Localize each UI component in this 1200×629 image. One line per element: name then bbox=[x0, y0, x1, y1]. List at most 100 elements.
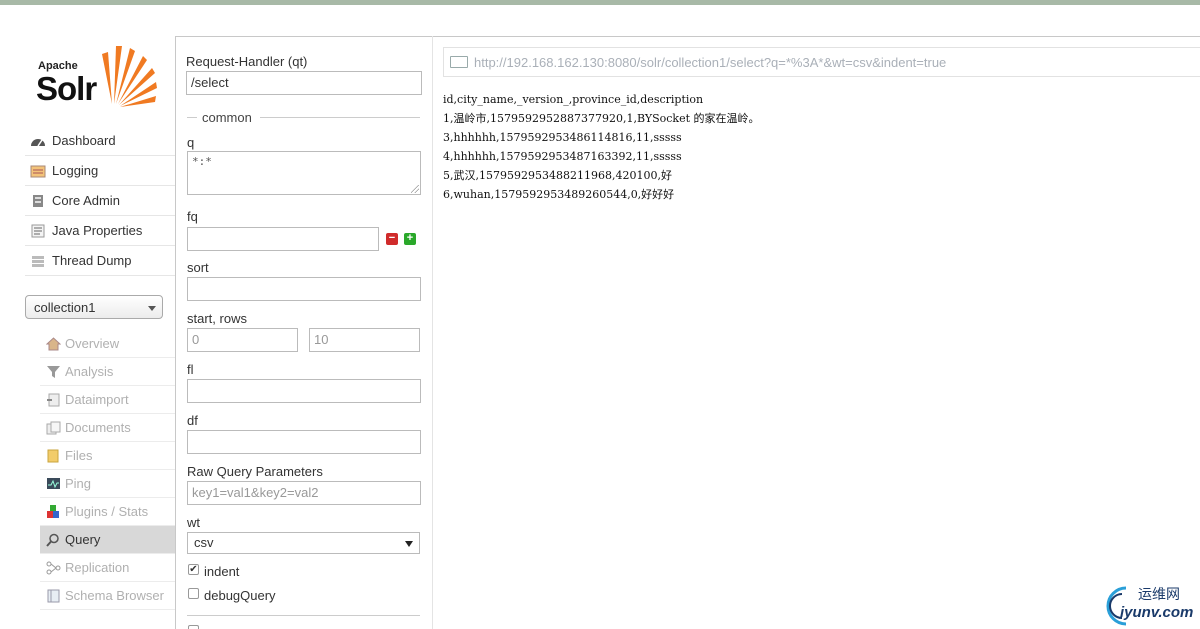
java-properties-icon bbox=[30, 224, 46, 238]
core-nav-label: Query bbox=[65, 532, 101, 547]
core-nav-overview[interactable]: Overview bbox=[40, 330, 175, 358]
solr-logo[interactable]: Apache Solr bbox=[36, 44, 160, 110]
core-nav-schema-browser[interactable]: Schema Browser bbox=[40, 582, 175, 610]
plugins-icon bbox=[46, 504, 61, 519]
add-fq-button[interactable]: + bbox=[404, 233, 416, 245]
raw-query-input[interactable]: key1=val1&key2=val2 bbox=[187, 481, 421, 505]
debug-query-label: debugQuery bbox=[204, 588, 276, 603]
fl-label: fl bbox=[187, 362, 194, 377]
dropdown-arrow-icon bbox=[405, 541, 413, 547]
start-input[interactable]: 0 bbox=[187, 328, 298, 352]
minus-icon: − bbox=[388, 232, 396, 244]
result-line: id,city_name,_version_,province_id,descr… bbox=[443, 93, 704, 106]
core-nav-query[interactable]: Query bbox=[40, 526, 175, 554]
nav-java-properties[interactable]: Java Properties bbox=[25, 216, 175, 246]
content-left-border bbox=[175, 36, 176, 629]
common-section-line-right bbox=[260, 117, 420, 118]
core-nav-documents[interactable]: Documents bbox=[40, 414, 175, 442]
remove-fq-button[interactable]: − bbox=[386, 233, 398, 245]
indent-label: indent bbox=[204, 564, 240, 579]
result-line: 3,hhhhhh,1579592953486114816,11,sssss bbox=[443, 131, 682, 144]
common-section-line-left bbox=[187, 117, 197, 118]
core-nav-analysis[interactable]: Analysis bbox=[40, 358, 175, 386]
result-line: 4,hhhhhh,1579592953487163392,11,sssss bbox=[443, 150, 682, 163]
core-nav-ping[interactable]: Ping bbox=[40, 470, 175, 498]
plus-icon: + bbox=[406, 232, 414, 244]
fl-input[interactable] bbox=[187, 379, 421, 403]
magnifier-icon bbox=[46, 533, 61, 547]
watermark-en: iyunv.com bbox=[1120, 604, 1194, 621]
next-checkbox[interactable] bbox=[188, 625, 199, 629]
nav-item-label: Java Properties bbox=[52, 223, 143, 238]
sort-label: sort bbox=[187, 260, 209, 275]
fq-input[interactable] bbox=[187, 227, 379, 251]
nav-item-label: Thread Dump bbox=[52, 253, 132, 268]
df-input[interactable] bbox=[187, 430, 421, 454]
debug-query-checkbox[interactable] bbox=[188, 588, 199, 599]
nav-item-label: Core Admin bbox=[52, 193, 120, 208]
q-textarea[interactable]: *:* bbox=[187, 151, 421, 195]
logo-solr-text: Solr bbox=[36, 70, 97, 107]
replication-icon bbox=[46, 561, 61, 575]
wt-label: wt bbox=[187, 515, 200, 530]
nav-item-label: Logging bbox=[52, 163, 99, 178]
nav-thread-dump[interactable]: Thread Dump bbox=[25, 246, 175, 276]
core-nav-label: Schema Browser bbox=[65, 588, 164, 603]
request-handler-input[interactable]: /select bbox=[186, 71, 422, 95]
dashboard-icon bbox=[30, 134, 46, 148]
thread-dump-icon bbox=[30, 254, 46, 268]
content-top-border bbox=[175, 36, 1200, 37]
core-nav-dataimport[interactable]: Dataimport bbox=[40, 386, 175, 414]
core-nav-label: Plugins / Stats bbox=[65, 504, 149, 519]
top-bar bbox=[0, 0, 1200, 5]
core-nav: Overview Analysis Dataimport Documents F… bbox=[40, 330, 175, 610]
df-label: df bbox=[187, 413, 198, 428]
core-selector-value: collection1 bbox=[34, 299, 96, 315]
query-url-bar[interactable]: http://192.168.162.130:8080/solr/collect… bbox=[443, 47, 1200, 77]
funnel-icon bbox=[46, 365, 61, 379]
core-nav-replication[interactable]: Replication bbox=[40, 554, 175, 582]
core-admin-icon bbox=[30, 194, 46, 208]
wt-select[interactable]: csv bbox=[187, 532, 420, 554]
core-nav-label: Ping bbox=[65, 476, 92, 491]
core-nav-label: Dataimport bbox=[65, 392, 129, 407]
wt-select-value: csv bbox=[194, 535, 214, 550]
resize-grip-icon[interactable] bbox=[411, 185, 419, 193]
folder-icon bbox=[46, 449, 61, 463]
core-nav-label: Documents bbox=[65, 420, 131, 435]
logging-icon bbox=[30, 164, 46, 178]
result-line: 1,温岭市,1579592952887377920,1,BYSocket 的家在… bbox=[443, 112, 760, 125]
form-bottom-divider bbox=[187, 615, 420, 616]
raw-query-label: Raw Query Parameters bbox=[187, 464, 323, 479]
nav-logging[interactable]: Logging bbox=[25, 156, 175, 186]
result-line: 6,wuhan,1579592953489260544,0,好好好 bbox=[443, 188, 675, 201]
core-selector[interactable]: collection1 bbox=[25, 295, 163, 319]
q-value: *:* bbox=[192, 155, 212, 168]
fq-label: fq bbox=[187, 209, 198, 224]
q-label: q bbox=[187, 135, 195, 150]
watermark-cn: 运维网 bbox=[1138, 586, 1180, 602]
result-line: 5,武汉,1579592953488211968,420100,好 bbox=[443, 169, 672, 182]
home-icon bbox=[45, 336, 62, 351]
request-handler-label: Request-Handler (qt) bbox=[186, 54, 308, 69]
common-section-label: common bbox=[202, 110, 252, 125]
rows-input[interactable]: 10 bbox=[309, 328, 420, 352]
nav-core-admin[interactable]: Core Admin bbox=[25, 186, 175, 216]
main-nav: Dashboard Logging Core Admin Java Proper… bbox=[25, 126, 175, 276]
core-nav-files[interactable]: Files bbox=[40, 442, 175, 470]
start-rows-label: start, rows bbox=[187, 311, 247, 326]
ping-icon bbox=[46, 477, 61, 491]
core-nav-plugins-stats[interactable]: Plugins / Stats bbox=[40, 498, 175, 526]
sunburst-icon bbox=[102, 46, 157, 107]
link-icon bbox=[450, 56, 468, 68]
results-output: id,city_name,_version_,province_id,descr… bbox=[443, 90, 760, 204]
indent-checkbox[interactable]: ✔ bbox=[188, 564, 199, 575]
nav-dashboard[interactable]: Dashboard bbox=[25, 126, 175, 156]
core-nav-label: Replication bbox=[65, 560, 130, 575]
query-url[interactable]: http://192.168.162.130:8080/solr/collect… bbox=[474, 55, 946, 70]
checkmark-icon: ✔ bbox=[189, 564, 198, 575]
form-results-divider bbox=[432, 36, 433, 629]
nav-item-label: Dashboard bbox=[52, 133, 116, 148]
schema-icon bbox=[46, 589, 61, 603]
sort-input[interactable] bbox=[187, 277, 421, 301]
